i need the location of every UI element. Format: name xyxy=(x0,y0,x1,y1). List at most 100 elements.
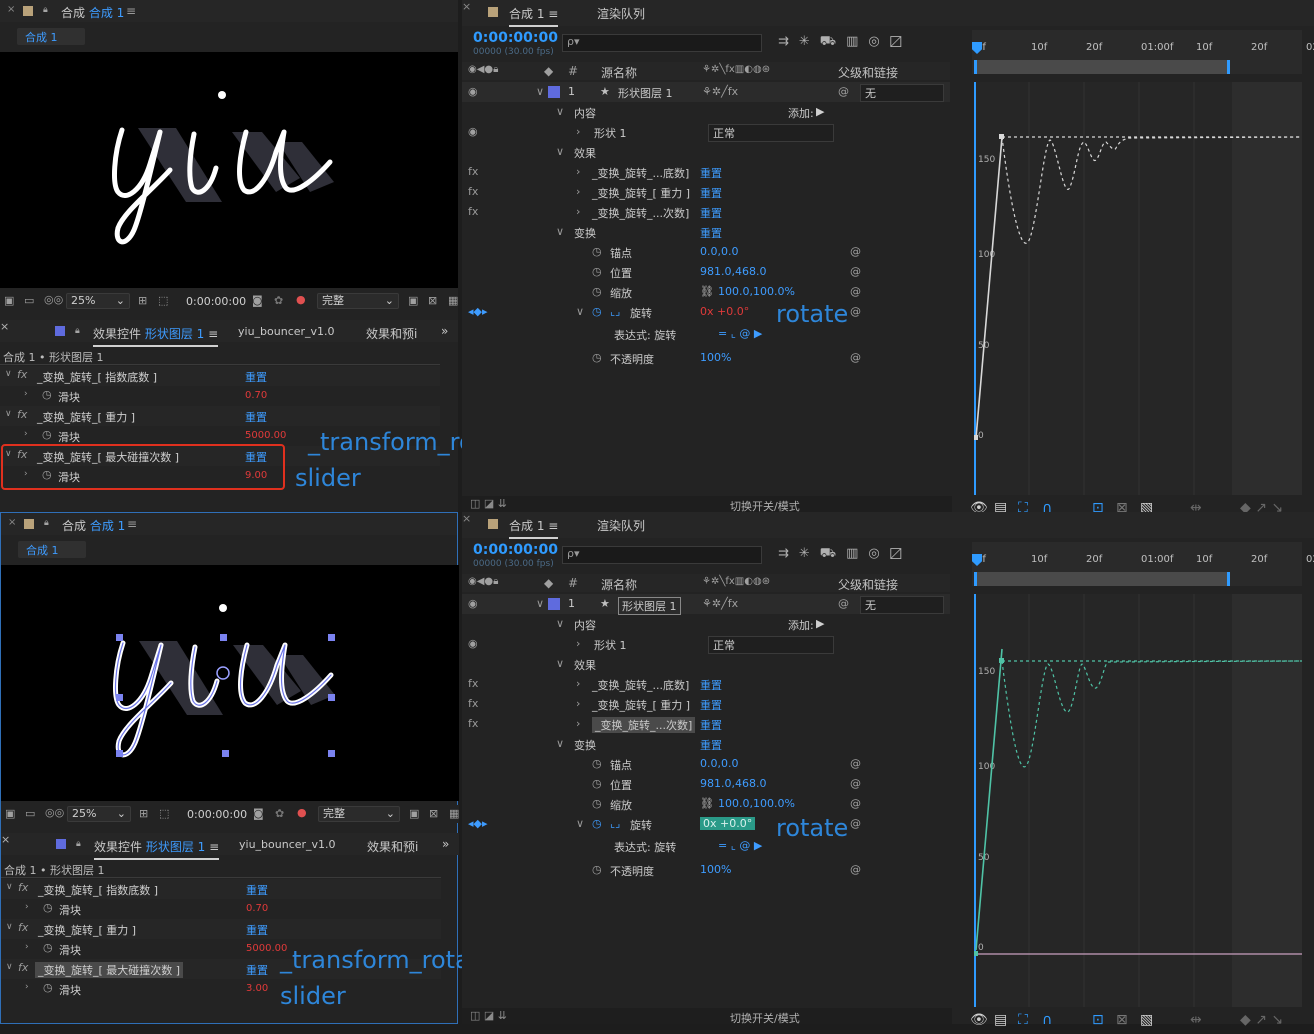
expand-toggle-icon[interactable]: › xyxy=(24,429,28,439)
fit-view-icon[interactable]: ⊡ xyxy=(1092,1012,1104,1028)
expand-toggle-icon[interactable]: ∨ xyxy=(6,882,13,892)
expand-toggle-icon[interactable]: › xyxy=(25,982,29,992)
fx-icon[interactable]: fx xyxy=(17,408,27,421)
eye-icon[interactable]: ◉ xyxy=(468,637,478,650)
fx-icon[interactable]: fx xyxy=(18,921,28,934)
list-icon[interactable]: ▤ xyxy=(994,1012,1007,1028)
stopwatch-icon[interactable]: ◷ xyxy=(43,941,53,954)
expression-pickwhip-icon[interactable]: @ xyxy=(850,797,861,810)
fx-icon[interactable]: fx xyxy=(468,185,478,198)
reset-link[interactable]: 重置 xyxy=(246,922,268,938)
timeline-tab[interactable]: 合成 1 ≡ xyxy=(509,517,559,539)
expand-toggle-icon[interactable]: › xyxy=(576,205,580,218)
close-icon[interactable]: × xyxy=(8,517,16,528)
source-name-header[interactable]: 源名称 xyxy=(601,64,637,81)
property-value[interactable]: 100% xyxy=(700,863,731,876)
menu-icon[interactable]: ≡ xyxy=(126,4,136,18)
snap-icon[interactable]: ∩ xyxy=(1042,1012,1052,1028)
comp-viewer[interactable] xyxy=(1,565,459,801)
property-value[interactable]: 981.0,468.0 xyxy=(700,265,766,278)
fx-icon[interactable]: fx xyxy=(18,961,28,974)
blend-mode-dropdown[interactable]: 正常 xyxy=(708,124,834,142)
expand-toggle-icon[interactable]: ∨ xyxy=(556,737,564,750)
close-icon[interactable]: × xyxy=(7,4,15,15)
stopwatch-icon[interactable]: ◷ xyxy=(42,388,52,401)
eye-icon[interactable]: ◉ xyxy=(468,597,478,610)
close-icon[interactable]: × xyxy=(462,0,471,13)
select-icon[interactable]: ⛶ xyxy=(1018,1012,1028,1028)
fx-icon[interactable]: fx xyxy=(468,205,478,218)
monitor-icon[interactable]: ▭ xyxy=(24,294,34,307)
stopwatch-icon[interactable]: ◷ xyxy=(43,901,53,914)
effect-row[interactable]: ∨ fx _变换_旋转_[ 指数底数 ] 重置 xyxy=(0,366,440,386)
stopwatch-icon[interactable]: ◷ xyxy=(592,351,602,364)
render-queue-tab[interactable]: 渲染队列 xyxy=(597,5,645,22)
toggle-icon[interactable]: ▣ xyxy=(409,807,419,820)
expression-pickwhip-icon[interactable]: @ xyxy=(850,757,861,770)
preview-icon[interactable]: ▣ xyxy=(4,294,14,307)
more-icon[interactable]: ▦ xyxy=(448,294,458,307)
layer-switches[interactable]: ⚘✲╱fx xyxy=(702,85,738,98)
layer-name[interactable]: 形状图层 1 xyxy=(618,85,673,101)
viewer-timecode[interactable]: 0:00:00:00 xyxy=(187,808,247,821)
expression-pickwhip-icon[interactable]: @ xyxy=(850,285,861,298)
zoom-dropdown[interactable]: 25% ⌄ xyxy=(67,806,131,822)
quality-dropdown[interactable]: 完整 ⌄ xyxy=(317,293,399,309)
preview-icon[interactable]: ▣ xyxy=(5,807,15,820)
close-icon[interactable]: × xyxy=(1,833,10,846)
expand-toggle-icon[interactable]: › xyxy=(24,389,28,399)
timeline-tab[interactable]: 合成 1 ≡ xyxy=(509,5,559,27)
property-value[interactable]: 0.0,0.0 xyxy=(700,757,738,770)
preset-tab[interactable]: yiu_bouncer_v1.0 xyxy=(238,325,335,338)
color-picker-icon[interactable]: ✿ xyxy=(274,294,283,307)
layer-search-input[interactable]: ρ▾ xyxy=(562,34,762,52)
work-area-bar[interactable] xyxy=(974,572,1230,586)
link-icon[interactable]: ⛓ xyxy=(700,797,714,810)
graph-area[interactable]: 150 100 50 0 xyxy=(973,82,1303,495)
expand-toggle-icon[interactable]: › xyxy=(576,637,580,650)
graph-editor[interactable]: 0f10f20f01:00f10f20f02:0 150100500 👁︎ ▤ … xyxy=(964,30,1314,516)
expand-toggle-icon[interactable]: › xyxy=(25,902,29,912)
eye-icon[interactable]: ◉ xyxy=(468,85,478,98)
expression-controls[interactable]: = ⌞ @ ▶ xyxy=(718,839,762,852)
graph-editor[interactable]: 0f10f20f01:00f10f20f02:0 150100500 👁︎ ▤ … xyxy=(964,542,1314,1028)
overflow-icon[interactable]: » xyxy=(442,837,449,851)
fx-icon[interactable]: fx xyxy=(17,368,27,381)
fit-icon[interactable]: ⊞ xyxy=(138,294,147,307)
expand-toggle-icon[interactable]: ∨ xyxy=(576,305,584,318)
lock-icon[interactable]: 🔒︎ xyxy=(75,326,80,336)
expand-toggle-icon[interactable]: ∨ xyxy=(556,145,564,158)
reset-link[interactable]: 重置 xyxy=(700,165,722,181)
expand-toggle-icon[interactable]: › xyxy=(576,125,580,138)
toggle-switches-label[interactable]: 切换开关/模式 xyxy=(730,1010,800,1026)
close-icon[interactable]: × xyxy=(0,320,9,333)
channel-icon[interactable]: ● xyxy=(297,806,307,819)
property-value[interactable]: 0.0,0.0 xyxy=(700,245,738,258)
more-icon[interactable]: ▦ xyxy=(449,807,459,820)
monitor-icon[interactable]: ▭ xyxy=(25,807,35,820)
slider-value[interactable]: 5000.00 xyxy=(245,430,286,441)
graph-type-icon[interactable]: ▧ xyxy=(1140,1012,1153,1028)
expand-toggle-icon[interactable]: ∨ xyxy=(5,409,12,419)
overflow-icon[interactable]: » xyxy=(441,324,448,338)
reset-link[interactable]: 重置 xyxy=(700,677,722,693)
slider-value[interactable]: 3.00 xyxy=(246,983,268,994)
stopwatch-icon[interactable]: ◷ xyxy=(42,428,52,441)
reset-link[interactable]: 重置 xyxy=(700,225,722,241)
link-icon[interactable]: ⛓ xyxy=(700,285,714,298)
parent-header[interactable]: 父级和链接 xyxy=(838,64,898,81)
expand-toggle-icon[interactable]: ∨ xyxy=(536,85,544,98)
pickwhip-icon[interactable]: @ xyxy=(838,597,849,610)
parent-header[interactable]: 父级和链接 xyxy=(838,576,898,593)
expand-toggle-icon[interactable]: › xyxy=(576,165,580,178)
reset-link[interactable]: 重置 xyxy=(245,369,267,385)
zoom-dropdown[interactable]: 25% ⌄ xyxy=(66,293,130,309)
eye-icon[interactable]: ◉ xyxy=(468,125,478,138)
mask-icon[interactable]: ◎◎ xyxy=(45,806,64,819)
fx-icon[interactable]: fx xyxy=(468,717,478,730)
color-picker-icon[interactable]: ✿ xyxy=(275,807,284,820)
expand-toggle-icon[interactable]: › xyxy=(576,677,580,690)
graph-area[interactable]: 150 100 50 0 xyxy=(973,594,1303,1007)
render-queue-tab[interactable]: 渲染队列 xyxy=(597,517,645,534)
render-icons[interactable]: ◫ ◪ ⇊ xyxy=(470,1009,507,1022)
